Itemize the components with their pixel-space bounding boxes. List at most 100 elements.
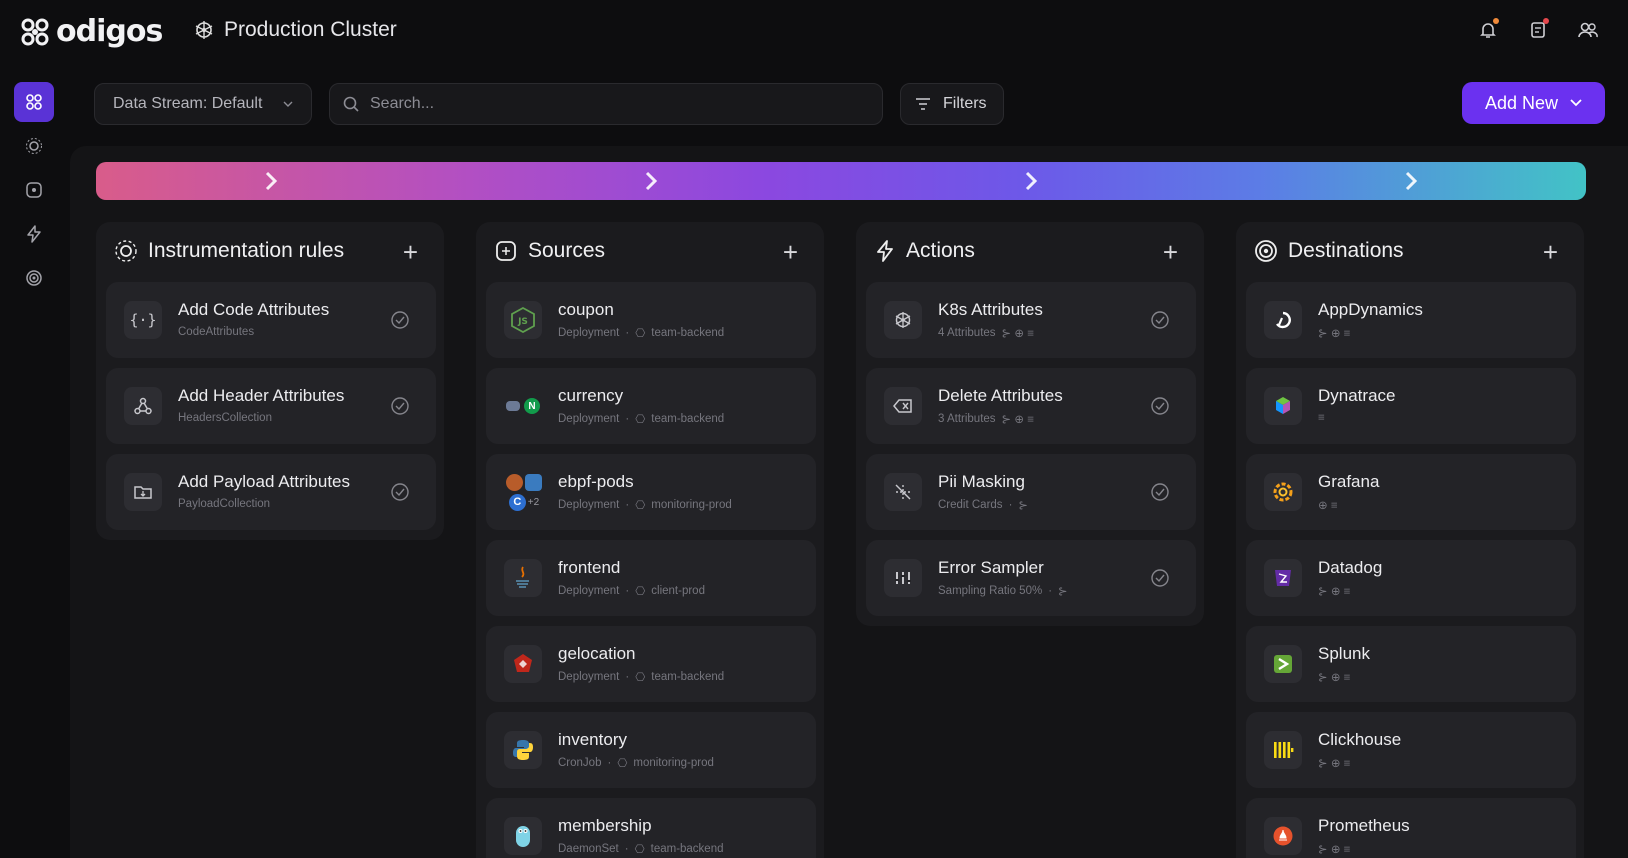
logo-icon bbox=[21, 18, 49, 45]
signal-icons: ⊱ ⊕ ≡ bbox=[1318, 672, 1351, 684]
filters-button[interactable]: Filters bbox=[900, 83, 1004, 125]
datadog-icon bbox=[1264, 559, 1302, 597]
signal-icons: ⊱ bbox=[1018, 500, 1029, 512]
notes-icon[interactable] bbox=[1524, 16, 1552, 44]
add-rule-button[interactable]: + bbox=[403, 237, 418, 268]
sidebar-item-rules[interactable] bbox=[14, 126, 54, 166]
destination-name: Grafana bbox=[1318, 472, 1380, 491]
action-title: Error Sampler bbox=[938, 558, 1044, 577]
source-name: ebpf-pods bbox=[558, 472, 634, 491]
svg-text:JS: JS bbox=[517, 317, 528, 327]
extra-languages-count: +2 bbox=[527, 496, 540, 508]
action-card[interactable]: Delete Attributes 3 Attributes ⊱ ⊕ ≡ bbox=[866, 368, 1196, 444]
destination-card[interactable]: Splunk ⊱ ⊕ ≡ bbox=[1246, 626, 1576, 702]
rule-card[interactable]: Add Payload Attributes PayloadCollection bbox=[106, 454, 436, 530]
destination-card[interactable]: AppDynamics ⊱ ⊕ ≡ bbox=[1246, 282, 1576, 358]
action-title: K8s Attributes bbox=[938, 300, 1043, 319]
source-card[interactable]: C +2 ebpf-pods Deployment · ⎔ monitoring-pr… bbox=[486, 454, 816, 530]
destination-card[interactable]: Dynatrace ≡ bbox=[1246, 368, 1576, 444]
flow-arrow-icon bbox=[645, 171, 658, 191]
namespace-icon: ⎔ bbox=[635, 500, 646, 512]
source-card[interactable]: frontend Deployment · ⎔ client-prod bbox=[486, 540, 816, 616]
chevron-down-icon bbox=[283, 101, 293, 107]
pipeline-flow-bar bbox=[96, 162, 1586, 200]
action-detail: 3 Attributes bbox=[938, 413, 996, 425]
source-card[interactable]: membership DaemonSet · ⎔ team-backend bbox=[486, 798, 816, 858]
check-circle-icon bbox=[1151, 311, 1169, 329]
source-card[interactable]: gelocation Deployment · ⎔ team-backend bbox=[486, 626, 816, 702]
source-name: membership bbox=[558, 816, 652, 835]
bell-icon[interactable] bbox=[1474, 16, 1502, 44]
action-card[interactable]: K8s Attributes 4 Attributes ⊱ ⊕ ≡ bbox=[866, 282, 1196, 358]
destinations-title: Destinations bbox=[1288, 239, 1404, 262]
destination-card[interactable]: Clickhouse ⊱ ⊕ ≡ bbox=[1246, 712, 1576, 788]
namespace-icon: ⎔ bbox=[617, 758, 628, 770]
destination-name: Splunk bbox=[1318, 644, 1370, 663]
source-kind: Deployment bbox=[558, 585, 620, 597]
appdynamics-icon bbox=[1264, 301, 1302, 339]
rule-type: PayloadCollection bbox=[178, 498, 271, 510]
source-kind: DaemonSet bbox=[558, 843, 619, 855]
sidebar-item-overview[interactable] bbox=[14, 82, 54, 122]
sidebar-item-destinations[interactable] bbox=[14, 258, 54, 298]
action-detail: Sampling Ratio 50% bbox=[938, 585, 1043, 597]
action-card[interactable]: Error Sampler Sampling Ratio 50% · ⊱ bbox=[866, 540, 1196, 616]
destination-card[interactable]: Prometheus ⊱ ⊕ ≡ bbox=[1246, 798, 1576, 858]
rules-icon bbox=[26, 138, 42, 154]
source-card[interactable]: JS coupon Deployment · ⎔ team-backend bbox=[486, 282, 816, 358]
source-namespace: team-backend bbox=[651, 327, 725, 339]
signal-icons: ⊱ ⊕ ≡ bbox=[1001, 328, 1034, 340]
filters-label: Filters bbox=[943, 95, 987, 112]
check-circle-icon bbox=[1151, 483, 1169, 501]
destinations-icon bbox=[1255, 240, 1277, 262]
rule-card[interactable]: Add Header Attributes HeadersCollection bbox=[106, 368, 436, 444]
rule-card[interactable]: {·} Add Code Attributes CodeAttributes bbox=[106, 282, 436, 358]
source-card[interactable]: inventory CronJob · ⎔ monitoring-prod bbox=[486, 712, 816, 788]
action-detail: Credit Cards bbox=[938, 499, 1003, 511]
add-action-button[interactable]: + bbox=[1163, 237, 1178, 268]
search-input[interactable]: Search... bbox=[329, 83, 883, 125]
code-icon: {·} bbox=[124, 301, 162, 339]
java-icon bbox=[504, 559, 542, 597]
brand-logo[interactable]: odigos bbox=[20, 14, 163, 49]
sidebar-item-actions[interactable] bbox=[14, 214, 54, 254]
signal-icons: ⊱ ⊕ ≡ bbox=[1318, 758, 1351, 770]
data-stream-select[interactable]: Data Stream: Default bbox=[94, 83, 312, 125]
notes-dot bbox=[1543, 18, 1549, 24]
source-card[interactable]: N currency Deployment · ⎔ team-backend bbox=[486, 368, 816, 444]
python-icon bbox=[504, 731, 542, 769]
rule-title: Add Payload Attributes bbox=[178, 472, 351, 491]
action-meta: Credit Cards · ⊱ bbox=[938, 499, 1029, 512]
destination-card[interactable]: Datadog ⊱ ⊕ ≡ bbox=[1246, 540, 1576, 616]
actions-icon bbox=[27, 225, 41, 243]
folder-icon bbox=[124, 473, 162, 511]
overview-icon bbox=[26, 94, 42, 110]
chevron-down-icon bbox=[1570, 99, 1582, 107]
rules-column: Instrumentation rules + {·} Add Code Att… bbox=[96, 222, 444, 540]
source-name: coupon bbox=[558, 300, 614, 319]
check-circle-icon bbox=[391, 311, 409, 329]
action-title: Pii Masking bbox=[938, 472, 1025, 491]
action-meta: 3 Attributes ⊱ ⊕ ≡ bbox=[938, 412, 1034, 426]
sidebar-item-sources[interactable] bbox=[14, 170, 54, 210]
namespace-icon: ⎔ bbox=[634, 844, 645, 856]
sources-title: Sources bbox=[528, 239, 606, 262]
sources-column: Sources + JS coupon Deployment · ⎔ team-bac… bbox=[476, 222, 824, 858]
source-meta: Deployment · ⎔ team-backend bbox=[558, 327, 725, 340]
cluster-name: Production Cluster bbox=[224, 18, 397, 41]
action-card[interactable]: Pii Masking Credit Cards · ⊱ bbox=[866, 454, 1196, 530]
multi-lang-icon: C +2 bbox=[504, 473, 544, 511]
add-source-button[interactable]: + bbox=[783, 237, 798, 268]
add-destination-button[interactable]: + bbox=[1543, 237, 1558, 268]
users-icon[interactable] bbox=[1574, 16, 1602, 44]
dynatrace-icon bbox=[1264, 387, 1302, 425]
kubernetes-icon bbox=[195, 21, 213, 39]
namespace-icon: ⎔ bbox=[635, 586, 646, 598]
check-circle-icon bbox=[1151, 569, 1169, 587]
destination-card[interactable]: Grafana ⊕ ≡ bbox=[1246, 454, 1576, 530]
cluster-selector[interactable]: Production Cluster bbox=[194, 18, 397, 42]
source-namespace: team-backend bbox=[651, 413, 725, 425]
add-new-button[interactable]: Add New bbox=[1462, 82, 1605, 124]
namespace-icon: ⎔ bbox=[635, 414, 646, 426]
brand-name: odigos bbox=[56, 14, 163, 49]
